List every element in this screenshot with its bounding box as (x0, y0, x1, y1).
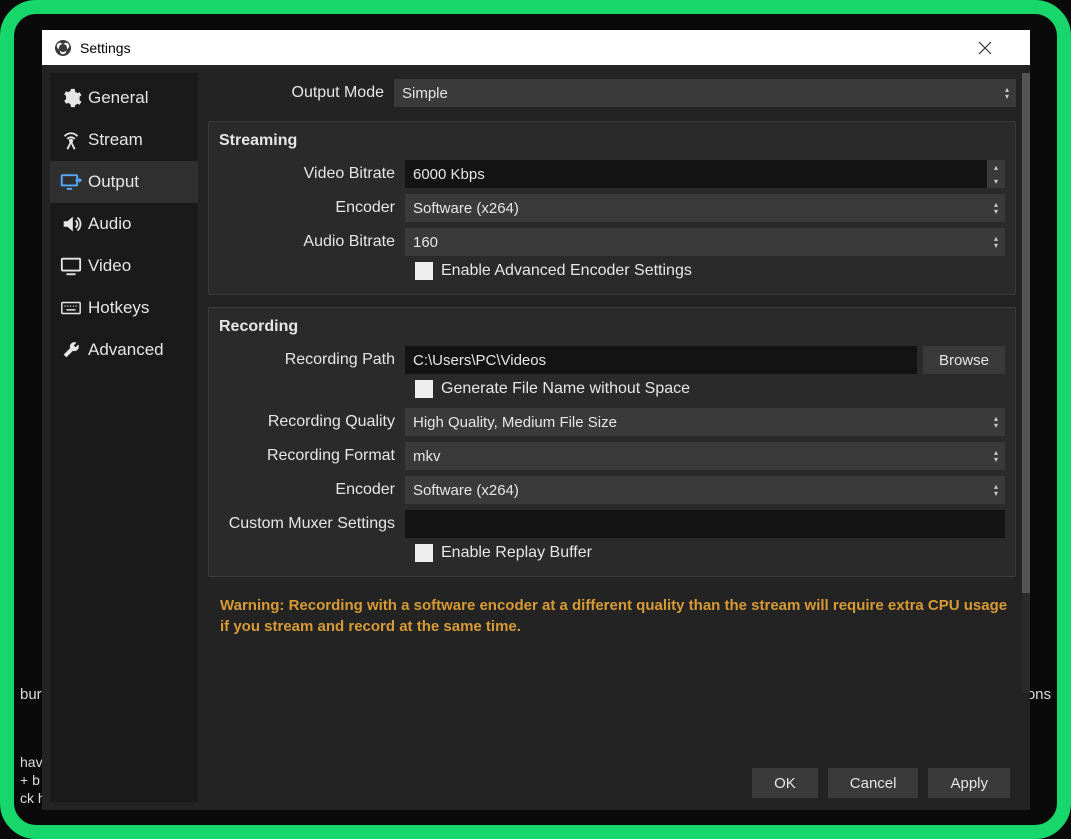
sidebar-item-video[interactable]: Video (50, 245, 198, 287)
sidebar-item-label: Stream (88, 130, 143, 150)
no-space-checkbox-label: Generate File Name without Space (441, 380, 690, 398)
output-mode-value: Simple (402, 85, 448, 102)
settings-window: Settings General (42, 30, 1030, 810)
bg-text: + b (20, 772, 40, 788)
recording-path-label: Recording Path (219, 351, 405, 369)
streaming-encoder-select[interactable]: Software (x264) ▴▾ (405, 194, 1005, 222)
tools-icon (60, 339, 88, 361)
spinner-icon[interactable]: ▴▾ (987, 160, 1005, 188)
bg-text: bur (20, 686, 42, 703)
recording-quality-label: Recording Quality (219, 413, 405, 431)
output-mode-select[interactable]: Simple ▴▾ (394, 79, 1016, 107)
audio-bitrate-value: 160 (413, 234, 438, 251)
recording-encoder-value: Software (x264) (413, 482, 519, 499)
recording-path-input[interactable]: C:\Users\PC\Videos (405, 346, 917, 374)
recording-title: Recording (219, 318, 1005, 336)
window-title: Settings (80, 40, 978, 56)
no-space-checkbox[interactable] (415, 380, 433, 398)
apply-button[interactable]: Apply (928, 768, 1010, 798)
chevron-updown-icon: ▴▾ (987, 476, 1005, 504)
gear-icon (60, 87, 88, 109)
sidebar-item-output[interactable]: Output (50, 161, 198, 203)
close-button[interactable] (978, 41, 1018, 55)
sidebar-item-general[interactable]: General (50, 77, 198, 119)
video-bitrate-label: Video Bitrate (219, 165, 405, 183)
replay-buffer-checkbox-label: Enable Replay Buffer (441, 544, 592, 562)
chevron-updown-icon: ▴▾ (987, 228, 1005, 256)
sidebar-item-label: Hotkeys (88, 298, 149, 318)
recording-format-value: mkv (413, 448, 441, 465)
keyboard-icon (60, 297, 88, 319)
sidebar-item-label: Advanced (88, 340, 164, 360)
muxer-input[interactable] (405, 510, 1005, 538)
bg-text: ons (1027, 686, 1051, 703)
audio-bitrate-select[interactable]: 160 ▴▾ (405, 228, 1005, 256)
streaming-encoder-value: Software (x264) (413, 200, 519, 217)
output-mode-label: Output Mode (208, 84, 394, 102)
chevron-updown-icon: ▴▾ (987, 442, 1005, 470)
video-bitrate-value: 6000 Kbps (413, 166, 485, 183)
chevron-updown-icon: ▴▾ (998, 79, 1016, 107)
bg-text: hav (20, 754, 43, 770)
sidebar-item-audio[interactable]: Audio (50, 203, 198, 245)
scrollbar-thumb[interactable] (1022, 73, 1030, 593)
sidebar: General Stream Output (50, 73, 198, 802)
recording-encoder-select[interactable]: Software (x264) ▴▾ (405, 476, 1005, 504)
sidebar-item-label: Output (88, 172, 139, 192)
recording-format-select[interactable]: mkv ▴▾ (405, 442, 1005, 470)
streaming-encoder-label: Encoder (219, 199, 405, 217)
sidebar-item-stream[interactable]: Stream (50, 119, 198, 161)
advanced-encoder-checkbox-label: Enable Advanced Encoder Settings (441, 262, 692, 280)
chevron-updown-icon: ▴▾ (987, 194, 1005, 222)
recording-quality-value: High Quality, Medium File Size (413, 414, 617, 431)
sidebar-item-advanced[interactable]: Advanced (50, 329, 198, 371)
replay-buffer-checkbox[interactable] (415, 544, 433, 562)
sidebar-item-hotkeys[interactable]: Hotkeys (50, 287, 198, 329)
video-bitrate-input[interactable]: 6000 Kbps ▴▾ (405, 160, 1005, 188)
recording-encoder-label: Encoder (219, 481, 405, 499)
recording-path-value: C:\Users\PC\Videos (413, 352, 546, 369)
muxer-label: Custom Muxer Settings (219, 515, 405, 533)
advanced-encoder-checkbox[interactable] (415, 262, 433, 280)
cancel-button[interactable]: Cancel (828, 768, 919, 798)
app-icon (54, 39, 72, 57)
video-icon (60, 255, 88, 277)
browse-button[interactable]: Browse (923, 346, 1005, 374)
audio-bitrate-label: Audio Bitrate (219, 233, 405, 251)
sidebar-item-label: Audio (88, 214, 131, 234)
streaming-group: Streaming Video Bitrate 6000 Kbps ▴▾ (208, 121, 1016, 295)
content-panel: Output Mode Simple ▴▾ Streaming Video (198, 65, 1030, 810)
output-icon (60, 171, 88, 193)
recording-quality-select[interactable]: High Quality, Medium File Size ▴▾ (405, 408, 1005, 436)
titlebar: Settings (42, 30, 1030, 65)
recording-group: Recording Recording Path C:\Users\PC\Vid… (208, 307, 1016, 577)
chevron-updown-icon: ▴▾ (987, 408, 1005, 436)
antenna-icon (60, 129, 88, 151)
footer: OK Cancel Apply (208, 758, 1022, 810)
warning-text: Warning: Recording with a software encod… (208, 589, 1016, 651)
sidebar-item-label: General (88, 88, 148, 108)
sidebar-item-label: Video (88, 256, 131, 276)
recording-format-label: Recording Format (219, 447, 405, 465)
streaming-title: Streaming (219, 132, 1005, 150)
ok-button[interactable]: OK (752, 768, 818, 798)
audio-icon (60, 213, 88, 235)
